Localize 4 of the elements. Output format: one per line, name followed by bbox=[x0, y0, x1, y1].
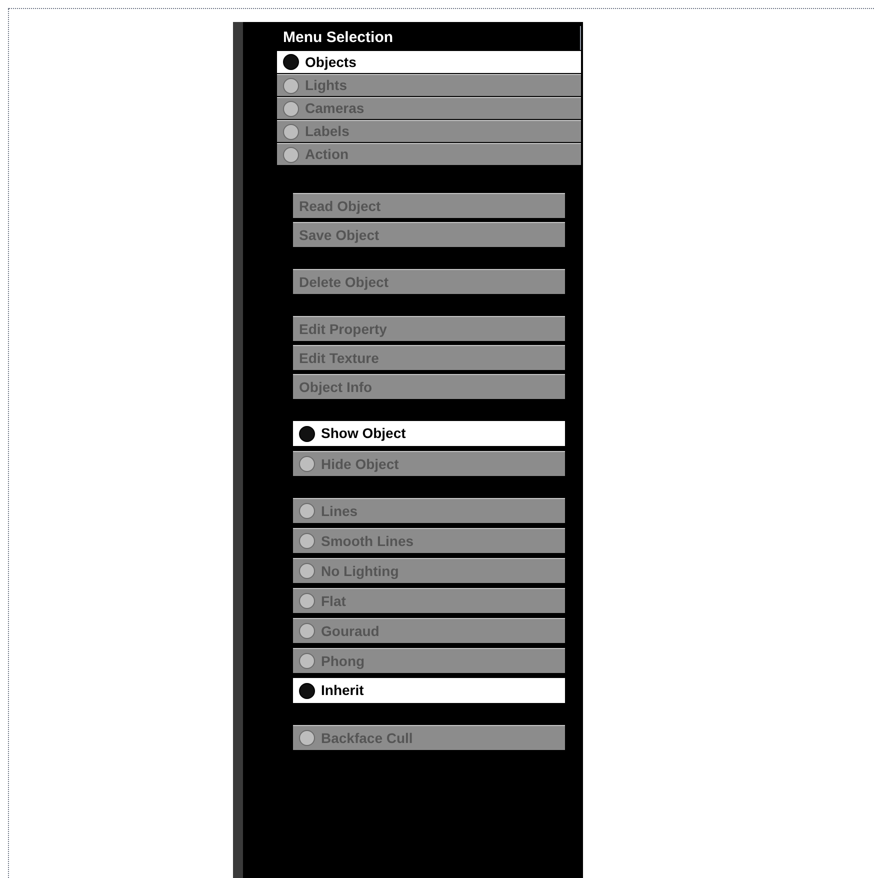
category-option[interactable]: Objects bbox=[277, 51, 581, 73]
menu-option[interactable]: Inherit bbox=[293, 678, 565, 703]
menu-option[interactable]: Show Object bbox=[293, 421, 565, 446]
menu-title: Menu Selection bbox=[277, 26, 581, 50]
